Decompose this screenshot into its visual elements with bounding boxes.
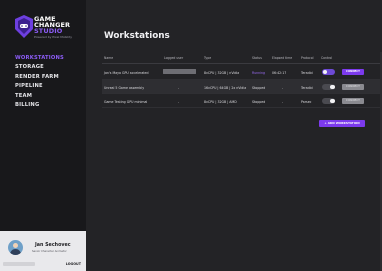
nav-item-pipeline[interactable]: PIPELINE <box>15 82 64 91</box>
user-status-bar <box>3 262 35 266</box>
col-header-status: Status <box>252 56 262 60</box>
workstations-table: Name Logged user Type Status Elapsed tim… <box>102 52 382 108</box>
cell-elapsed: 06:42:17 <box>272 70 287 75</box>
brand-logo[interactable]: GAME CHANGER STUDIO Powered by Pixel Mob… <box>14 14 74 40</box>
user-name: Jan Sechovec <box>35 243 71 248</box>
table-row[interactable]: Game Testing GPU minimal - 8vCPU | 32GB … <box>102 94 382 108</box>
col-header-type: Type <box>204 56 212 60</box>
col-header-control: Control <box>321 56 333 60</box>
cell-protocol: Teradici <box>301 85 314 90</box>
cell-logged-user <box>163 69 196 74</box>
nav-item-render-farm[interactable]: RENDER FARM <box>15 73 64 82</box>
col-header-elapsed: Elapsed time <box>272 56 293 60</box>
page-title: Workstations <box>104 31 170 41</box>
power-toggle[interactable] <box>322 98 335 104</box>
sidebar-nav: WORKSTATIONS STORAGE RENDER FARM PIPELIN… <box>15 54 64 110</box>
toggle-knob <box>322 69 327 74</box>
toggle-knob <box>330 84 335 89</box>
cell-name: Unreal 5 Game assembly <box>104 85 145 90</box>
nav-item-workstations[interactable]: WORKSTATIONS <box>15 54 64 63</box>
cell-status: Stopped <box>252 99 266 104</box>
connect-button[interactable]: CONNECT <box>342 69 364 75</box>
cell-elapsed: - <box>282 85 284 90</box>
toggle-knob <box>330 98 335 103</box>
sidebar: GAME CHANGER STUDIO Powered by Pixel Mob… <box>0 0 86 271</box>
col-header-protocol: Protocol <box>301 56 314 60</box>
cell-protocol: Teradici <box>301 70 314 75</box>
avatar-shoulders <box>10 249 21 255</box>
table-header: Name Logged user Type Status Elapsed tim… <box>102 52 382 64</box>
col-header-name: Name <box>104 56 114 60</box>
cell-name: Game Testing GPU minimal <box>104 99 148 104</box>
cell-type: 16vCPU | 64GB | 2x nVidia <box>204 85 247 90</box>
cell-name: Jan's Maya GPU accelerated <box>104 70 149 75</box>
cell-type: 8vCPU | 32GB | nVidia <box>204 70 240 75</box>
connect-button[interactable]: CONNECT <box>342 98 364 104</box>
connect-button[interactable]: CONNECT <box>342 84 364 90</box>
user-panel: Jan Sechovec Senior Character Animator L… <box>0 231 86 271</box>
col-header-logged-user: Logged user <box>164 56 184 60</box>
nav-item-team[interactable]: TEAM <box>15 92 64 101</box>
logout-link[interactable]: LOGOUT <box>66 262 81 266</box>
power-toggle[interactable] <box>322 84 335 90</box>
cell-logged-user: - <box>178 99 180 104</box>
main-content: Workstations Name Logged user Type Statu… <box>86 0 382 271</box>
brand-subtitle: Powered by Pixel Mobility <box>34 35 73 39</box>
cell-status: Stopped <box>252 85 266 90</box>
cell-logged-user: - <box>178 85 180 90</box>
cell-type: 8vCPU | 32GB | AMD <box>204 99 237 104</box>
power-toggle[interactable] <box>322 69 335 75</box>
table-row[interactable]: Unreal 5 Game assembly - 16vCPU | 64GB |… <box>102 80 382 94</box>
add-workstation-button[interactable]: + ADD WORKSTATION <box>319 120 365 127</box>
brand-name: GAME CHANGER STUDIO <box>34 16 70 35</box>
user-role: Senior Character Animator <box>32 250 67 253</box>
nav-item-storage[interactable]: STORAGE <box>15 63 64 72</box>
cell-status: Running <box>252 70 266 75</box>
cell-protocol: Parsec <box>301 99 312 104</box>
controller-badge-icon <box>15 15 33 38</box>
user-avatar[interactable] <box>8 240 23 255</box>
avatar-head <box>13 243 18 248</box>
nav-item-billing[interactable]: BILLING <box>15 101 64 110</box>
table-row[interactable]: Jan's Maya GPU accelerated 8vCPU | 32GB … <box>102 64 382 80</box>
cell-elapsed: - <box>282 99 284 104</box>
